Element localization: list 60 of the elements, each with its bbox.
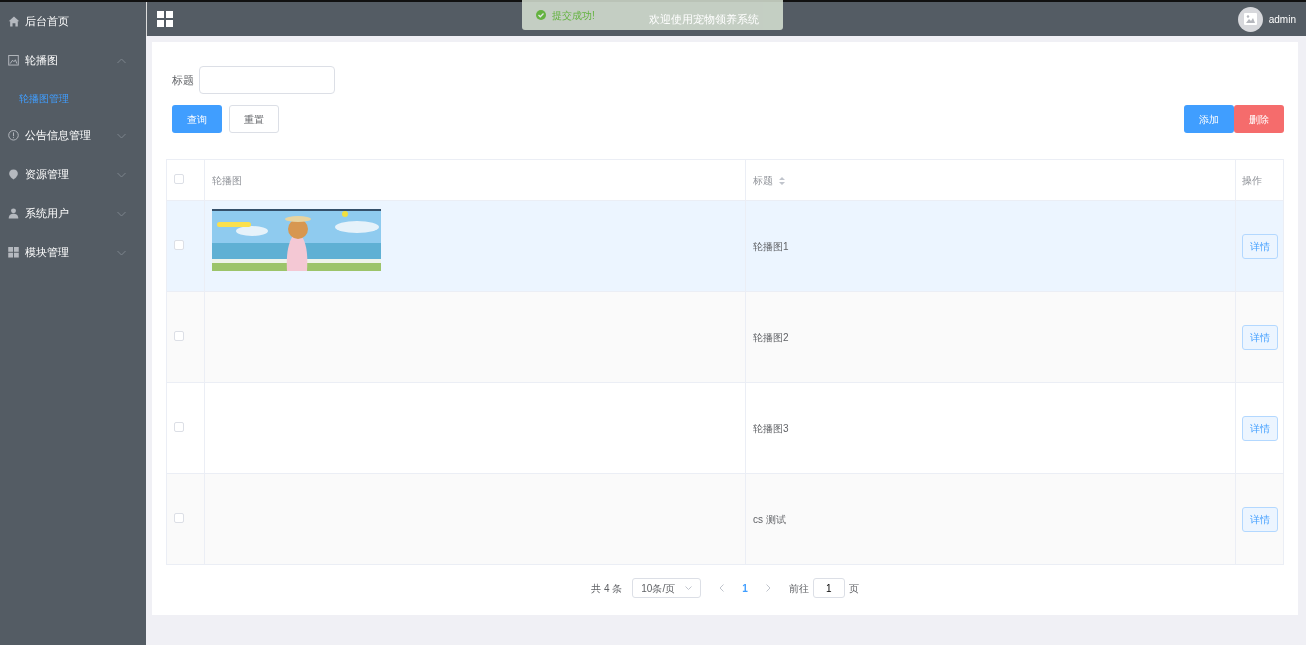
table-row[interactable]: 轮播图3 详情 [166,382,1284,474]
chevron-down-icon[interactable] [117,132,126,139]
detail-button[interactable]: 详情 [1242,324,1278,350]
row-checkbox[interactable] [174,421,184,432]
image-icon [8,55,19,66]
avatar[interactable] [1237,6,1263,32]
sidebar-item-label: 系统用户 [25,206,69,222]
info-icon [8,130,19,141]
table-cell: 轮播图2 [753,331,789,343]
sidebar-item-label: 资源管理 [25,167,69,183]
chevron-down-icon[interactable] [117,171,126,178]
image-icon [1243,13,1257,25]
chevron-down-icon [685,586,693,590]
user-icon [8,208,19,219]
toast-message: 提交成功! [552,8,595,23]
pin-icon [8,169,19,180]
next-page-icon[interactable] [765,584,771,592]
detail-button[interactable]: 详情 [1242,415,1278,441]
submenu-item[interactable]: 轮播图管理 [0,80,146,116]
sidebar-item-label: 后台首页 [25,14,69,30]
table-cell: cs 测试 [753,513,786,525]
goto-label: 前往 [788,581,809,596]
row-checkbox[interactable] [174,330,184,341]
page-size-select[interactable]: 10条/页 [632,578,702,598]
delete-button[interactable]: 删除 [1234,105,1284,133]
sidebar-item-label: 轮播图 [25,53,58,69]
page-label: 页 [848,581,859,596]
add-button[interactable]: 添加 [1184,105,1234,133]
column-header[interactable]: 轮播图 [212,174,242,186]
total-count: 共 4 条 [591,581,623,596]
table-cell: 轮播图1 [753,240,789,252]
chevron-up-icon[interactable] [117,57,126,64]
sidebar-item-label: 模块管理 [25,245,69,261]
sidebar-item-label: 公告信息管理 [25,128,91,144]
table-cell: 轮播图3 [753,422,789,434]
field-label: 标题 [171,72,194,88]
previous-page-icon[interactable] [719,584,725,592]
query-button[interactable]: 查询 [171,105,222,133]
chevron-down-icon[interactable] [117,210,126,217]
table-row[interactable]: 轮播图2 详情 [166,291,1284,383]
row-checkbox[interactable] [174,512,184,523]
table-row[interactable]: 轮播图1 详情 [166,200,1284,292]
row-checkbox[interactable] [174,239,184,250]
detail-button[interactable]: 详情 [1242,506,1278,532]
home-icon [8,16,19,27]
page-input-field[interactable]: 1 [812,578,845,598]
username[interactable]: admin [1268,11,1296,27]
check-circle-icon [536,10,546,20]
detail-button[interactable]: 详情 [1242,233,1278,259]
sort-icon[interactable] [778,176,785,185]
menu-icon[interactable] [157,11,173,27]
reset-button[interactable]: 重置 [228,105,279,133]
column-header[interactable]: 操作 [1242,174,1262,186]
title-input-field[interactable] [199,66,335,94]
table-row[interactable]: cs 测试 详情 [166,473,1284,565]
select-all-checkbox[interactable] [174,173,184,184]
page-number[interactable]: 1 [742,580,748,596]
chevron-down-icon[interactable] [117,249,126,256]
grid-icon [8,247,19,258]
column-header[interactable]: 标题 [753,174,773,186]
